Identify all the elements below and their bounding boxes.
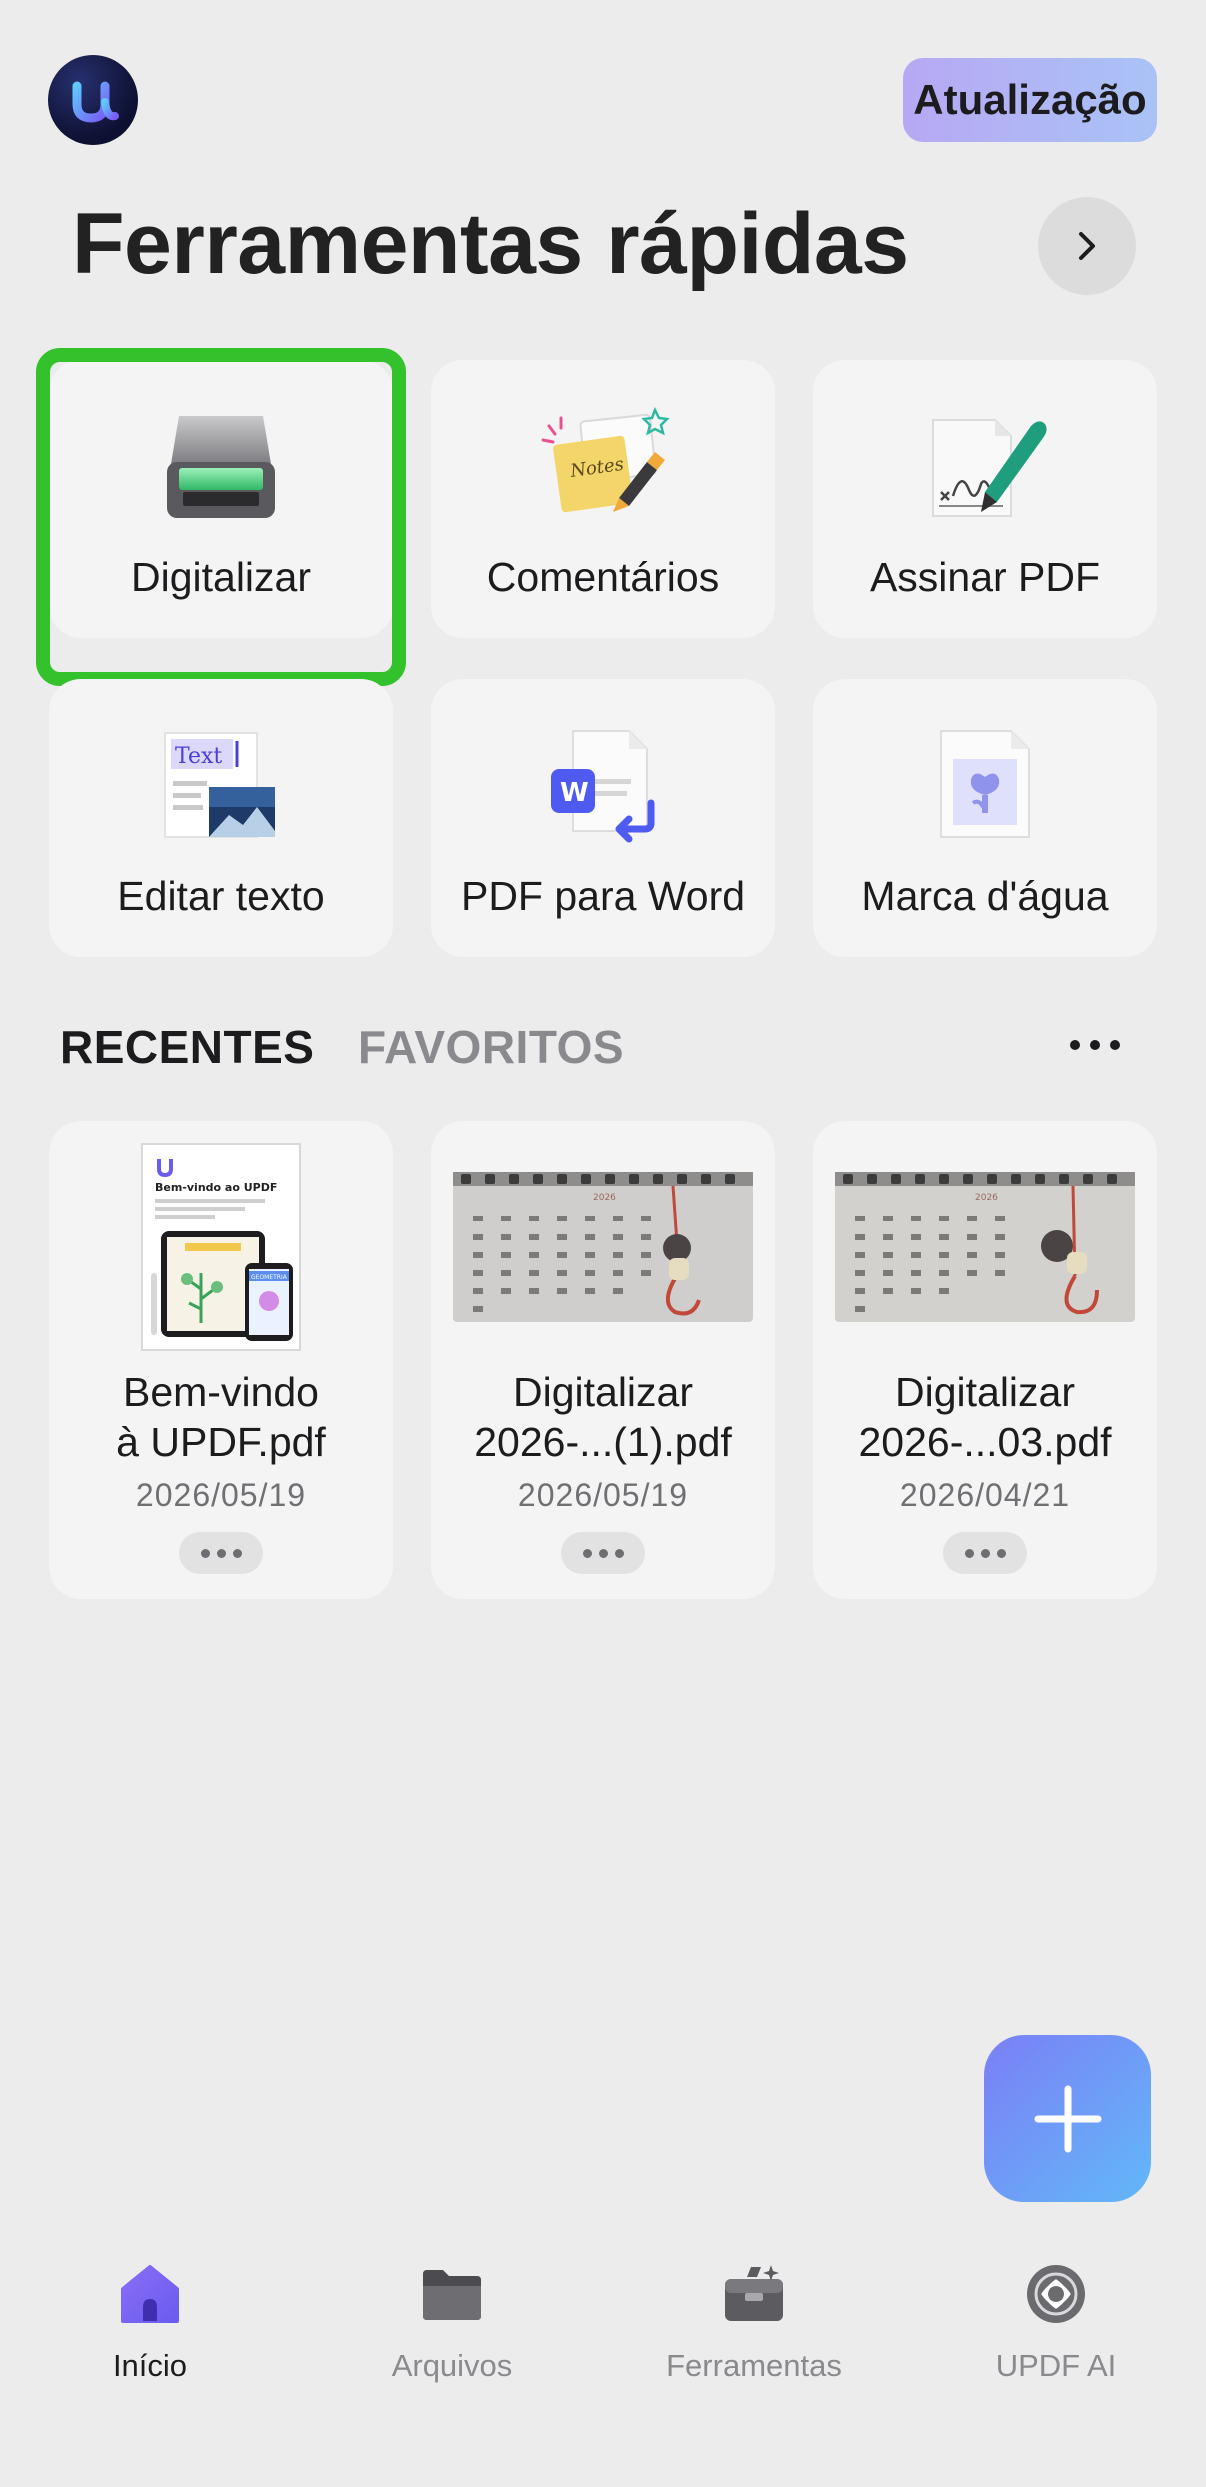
file-thumbnail: 2026: [453, 1143, 753, 1351]
tool-label: Editar texto: [117, 873, 325, 919]
file-name: Digitalizar 2026-...(1).pdf: [474, 1369, 732, 1465]
home-icon: [110, 2258, 190, 2330]
signature-pen-icon: [915, 400, 1055, 530]
svg-text:W: W: [560, 778, 589, 808]
file-name: Bem-vindo à UPDF.pdf: [116, 1369, 326, 1465]
file-thumbnail: 2026: [835, 1143, 1135, 1351]
svg-text:Text: Text: [175, 744, 222, 769]
ai-icon: [1016, 2258, 1096, 2330]
add-button[interactable]: [984, 2035, 1151, 2202]
pdf-to-word-icon: W: [533, 719, 673, 849]
svg-text:2026: 2026: [975, 1193, 998, 1203]
svg-text:2026: 2026: [593, 1193, 616, 1203]
page-title: Ferramentas rápidas: [72, 196, 909, 292]
nav-updf-ai[interactable]: UPDF AI: [906, 2258, 1206, 2384]
chevron-right-icon: [1079, 232, 1095, 260]
tool-label: Assinar PDF: [869, 554, 1101, 600]
tool-marca-dagua[interactable]: Marca d'água: [813, 679, 1157, 957]
folder-icon: [412, 2258, 492, 2330]
recent-file-card[interactable]: Bem-vindo ao UPDF GEOMETRIA Bem-vindo à …: [49, 1121, 393, 1599]
tool-comentarios[interactable]: Notes Comentários: [431, 360, 775, 638]
quick-tools-more-button[interactable]: [1038, 197, 1136, 295]
watermark-icon: [915, 719, 1055, 849]
file-date: 2026/04/21: [899, 1477, 1071, 1513]
file-date: 2026/05/19: [135, 1477, 307, 1513]
plus-icon: [1034, 2085, 1101, 2152]
nav-label: UPDF AI: [995, 2348, 1117, 2383]
file-more-button[interactable]: [943, 1532, 1027, 1574]
recent-file-card[interactable]: 2026 Digitalizar 2026-...03.pdf 2026/04/…: [813, 1121, 1157, 1599]
file-thumbnail: Bem-vindo ao UPDF GEOMETRIA: [141, 1143, 301, 1351]
tab-recentes[interactable]: RECENTES: [60, 1020, 314, 1074]
tool-label: Marca d'água: [861, 873, 1109, 919]
tool-pdf-para-word[interactable]: W PDF para Word: [431, 679, 775, 957]
file-date: 2026/05/19: [517, 1477, 689, 1513]
file-more-button[interactable]: [179, 1532, 263, 1574]
nav-inicio[interactable]: Início: [0, 2258, 300, 2384]
nav-ferramentas[interactable]: Ferramentas: [604, 2258, 904, 2384]
file-name: Digitalizar 2026-...03.pdf: [858, 1369, 1112, 1465]
tool-label: PDF para Word: [460, 873, 746, 919]
nav-label: Ferramentas: [666, 2348, 842, 2383]
nav-label: Arquivos: [391, 2348, 513, 2383]
updf-logo-icon: [48, 55, 138, 145]
tab-favoritos[interactable]: FAVORITOS: [358, 1020, 624, 1074]
more-options-icon[interactable]: [1070, 1030, 1120, 1060]
tool-editar-texto[interactable]: Text Editar texto: [49, 679, 393, 957]
recent-file-card[interactable]: 2026 Digitalizar 2026-...(1).pdf 2026/05…: [431, 1121, 775, 1599]
nav-arquivos[interactable]: Arquivos: [302, 2258, 602, 2384]
nav-label: Início: [112, 2348, 188, 2383]
upgrade-button[interactable]: Atualização: [903, 58, 1157, 142]
svg-text:GEOMETRIA: GEOMETRIA: [251, 1274, 288, 1281]
sticky-notes-icon: Notes: [533, 400, 673, 530]
edit-text-icon: Text: [151, 719, 291, 849]
file-more-button[interactable]: [561, 1532, 645, 1574]
tool-label: Comentários: [486, 554, 720, 600]
selection-highlight: [36, 348, 406, 686]
svg-text:Bem-vindo ao UPDF: Bem-vindo ao UPDF: [155, 1181, 277, 1194]
toolbox-icon: [714, 2258, 794, 2330]
tool-assinar-pdf[interactable]: Assinar PDF: [813, 360, 1157, 638]
